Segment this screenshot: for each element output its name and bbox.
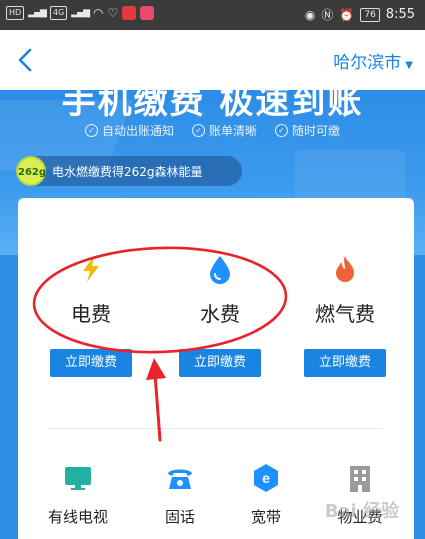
nfc-icon: Ⓝ: [321, 8, 334, 22]
fee-water[interactable]: 水费 立即缴费: [165, 254, 275, 377]
perk-list: ✓ 自动出账通知 ✓ 账单清晰 ✓ 随时可缴: [0, 122, 425, 139]
service-label: 宽带: [250, 508, 281, 526]
perk-item: ✓ 账单清晰: [191, 122, 257, 139]
payment-card: 电费 立即缴费 水费 立即缴费 燃气费 立即缴费 有线电视 固话 e 宽带 物业…: [18, 198, 414, 539]
building-icon: [350, 466, 370, 492]
water-drop-icon: [210, 256, 230, 284]
sim2-badge: 4G: [49, 6, 68, 20]
lightning-icon: [83, 256, 99, 282]
fee-gas[interactable]: 燃气费 立即缴费: [290, 254, 400, 377]
city-selector[interactable]: 哈尔滨市 ▼: [333, 48, 413, 73]
service-broadband[interactable]: e 宽带: [226, 462, 306, 527]
service-label: 固话: [164, 508, 195, 526]
check-icon: ✓: [275, 124, 288, 137]
perk-item: ✓ 自动出账通知: [84, 122, 174, 139]
watermark: Bai 经验: [324, 501, 399, 522]
perk-label: 账单清晰: [208, 124, 257, 138]
status-left: HD ▂▄▆ 4G ▂▄▆ ◠ ♡: [6, 6, 155, 20]
app-notification-icon-2: [140, 6, 155, 20]
fee-label: 燃气费: [315, 302, 375, 326]
service-label: 有线电视: [47, 508, 108, 526]
fee-label: 水费: [200, 302, 240, 326]
signal-icon-2: ▂▄▆: [71, 8, 90, 18]
caret-down-icon: ▼: [405, 60, 413, 71]
signal-icon: ▂▄▆: [28, 8, 47, 18]
energy-badge: 262g: [16, 156, 46, 186]
city-label: 哈尔滨市: [333, 53, 402, 73]
pay-electricity-button[interactable]: 立即缴费: [50, 349, 132, 377]
status-right: ◉ Ⓝ ⏰ 76 8:55: [305, 6, 415, 23]
pay-gas-button[interactable]: 立即缴费: [304, 349, 386, 377]
telephone-icon: [168, 469, 192, 489]
check-icon: ✓: [191, 124, 205, 137]
nav-bar: 哈尔滨市 ▼: [0, 30, 425, 90]
eye-icon: ◉: [304, 7, 316, 22]
fee-electricity[interactable]: 电费 立即缴费: [36, 254, 146, 377]
banner-title: 手机缴费 极速到账: [61, 90, 364, 122]
divider: [48, 428, 383, 429]
perk-item: ✓ 随时可缴: [275, 122, 340, 139]
svg-text:e: e: [262, 470, 270, 486]
battery-icon: 76: [360, 7, 380, 22]
wifi-icon: ◠: [93, 6, 104, 20]
forest-energy-pill[interactable]: 262g 电水燃缴费得262g森林能量: [16, 156, 242, 186]
back-icon[interactable]: [14, 46, 40, 74]
sim1-badge: HD: [6, 6, 25, 20]
pay-water-button[interactable]: 立即缴费: [179, 349, 261, 377]
fee-label: 电费: [71, 302, 111, 326]
app-notification-icon: [122, 6, 137, 20]
status-bar: HD ▂▄▆ 4G ▂▄▆ ◠ ♡ ◉ Ⓝ ⏰ 76 8:55: [0, 0, 425, 30]
perk-label: 随时可缴: [292, 124, 341, 138]
heart-icon: ♡: [107, 6, 119, 20]
check-icon: ✓: [84, 124, 98, 137]
service-cable-tv[interactable]: 有线电视: [38, 462, 118, 527]
service-landline[interactable]: 固话: [140, 462, 220, 527]
perk-label: 自动出账通知: [101, 124, 174, 138]
flame-icon: [336, 256, 354, 282]
clock: 8:55: [385, 7, 415, 22]
tv-icon: [65, 467, 91, 490]
alarm-icon: ⏰: [339, 7, 355, 22]
broadband-icon: e: [254, 464, 278, 492]
energy-text: 电水燃缴费得262g森林能量: [52, 164, 203, 179]
